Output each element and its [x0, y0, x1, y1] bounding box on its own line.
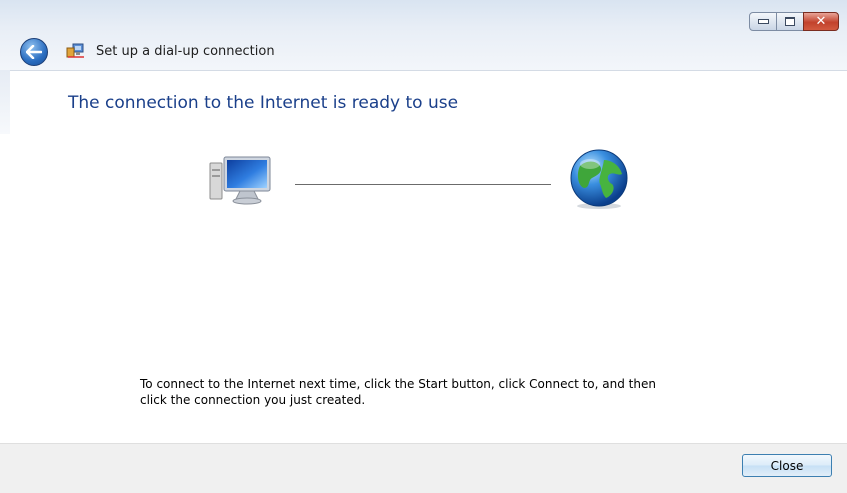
close-button[interactable]: Close: [742, 454, 832, 477]
maximize-icon: [785, 17, 795, 26]
side-strip: [0, 70, 10, 134]
instructions-text: To connect to the Internet next time, cl…: [140, 377, 656, 407]
close-window-button[interactable]: ✕: [803, 12, 839, 31]
minimize-button[interactable]: [749, 12, 777, 31]
back-button[interactable]: [20, 38, 48, 66]
back-arrow-icon: [26, 45, 42, 59]
footer-bar: [0, 443, 847, 493]
close-icon: ✕: [815, 14, 827, 29]
network-connection-icon: [66, 43, 84, 58]
computer-icon: [209, 156, 271, 205]
dialog-window: ✕ Set up a dial-up connection The connec…: [0, 0, 847, 493]
maximize-button[interactable]: [776, 12, 804, 31]
globe-icon: [570, 149, 628, 209]
connection-line: [295, 184, 551, 185]
minimize-icon: [757, 19, 769, 24]
window-title: Set up a dial-up connection: [96, 44, 275, 59]
window-controls: ✕: [749, 12, 839, 32]
title-bar: ✕ Set up a dial-up connection: [0, 0, 847, 71]
page-title: The connection to the Internet is ready …: [68, 93, 459, 113]
